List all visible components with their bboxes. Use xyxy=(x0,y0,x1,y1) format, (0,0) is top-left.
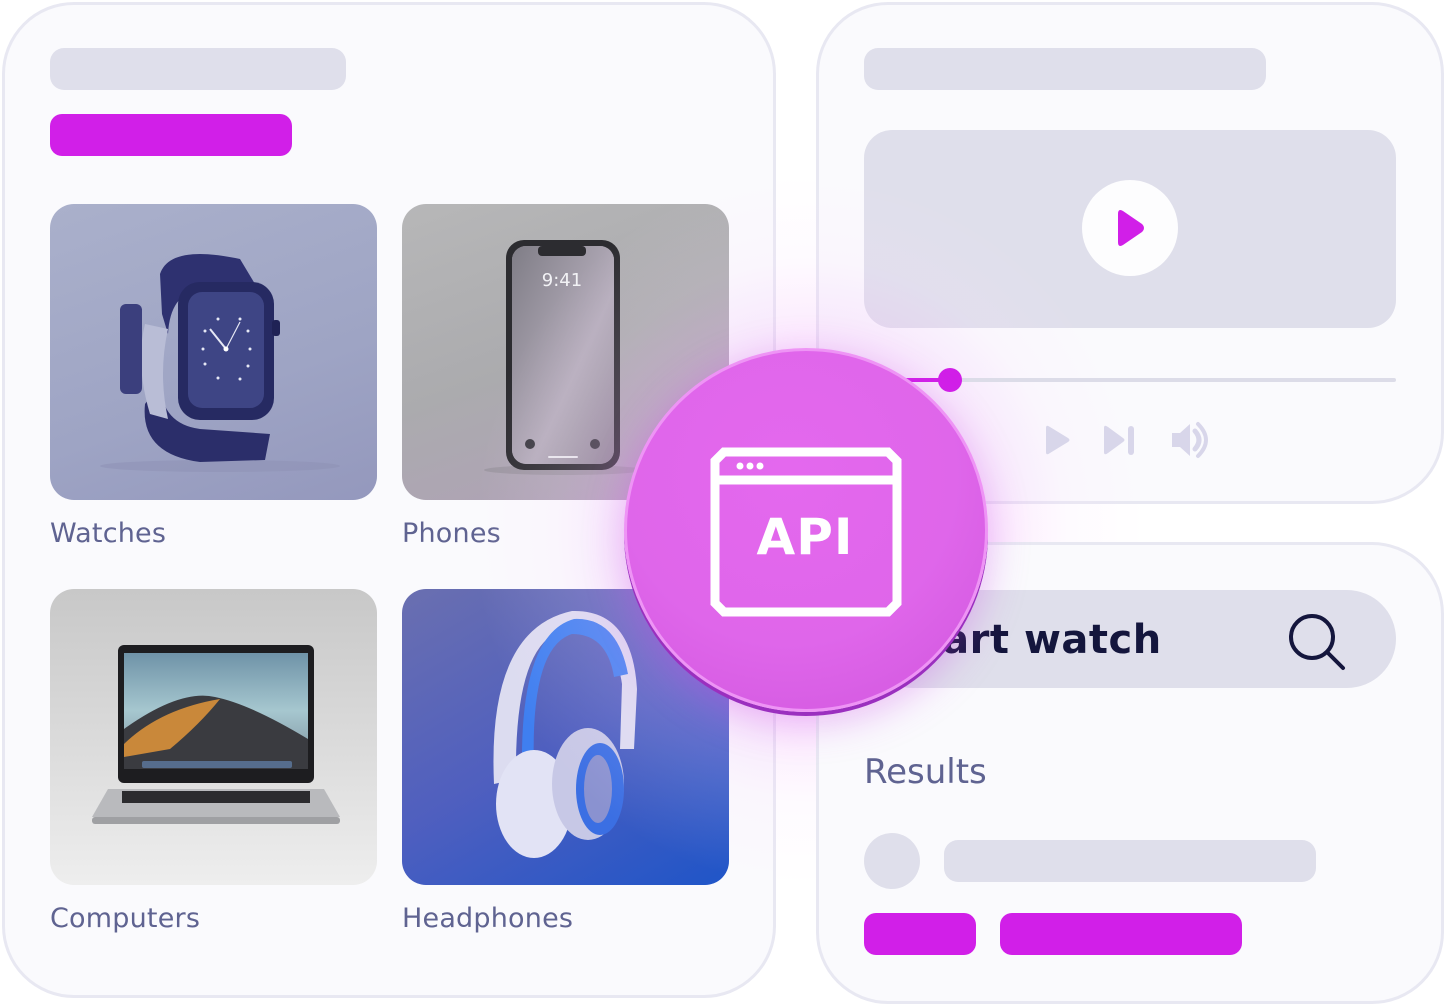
skip-next-button[interactable] xyxy=(1100,420,1140,460)
skip-next-icon xyxy=(1104,425,1134,455)
phone-lock-time: 9:41 xyxy=(542,270,582,291)
category-label-computers[interactable]: Computers xyxy=(50,903,200,934)
video-title-placeholder xyxy=(864,48,1266,90)
result-tag-long[interactable] xyxy=(1000,913,1242,955)
catalog-title-placeholder xyxy=(50,48,346,90)
play-control-button[interactable] xyxy=(1038,420,1078,460)
catalog-subtitle-accent xyxy=(50,114,292,156)
result-avatar xyxy=(864,833,920,889)
category-label-watches[interactable]: Watches xyxy=(50,518,166,549)
result-title-placeholder xyxy=(944,840,1316,882)
category-label-phones[interactable]: Phones xyxy=(402,518,501,549)
smartwatch-image xyxy=(100,254,340,472)
search-icon[interactable] xyxy=(1284,610,1348,674)
volume-button[interactable] xyxy=(1170,420,1210,460)
play-icon xyxy=(1118,210,1144,246)
video-progress-knob[interactable] xyxy=(937,368,962,392)
volume-icon xyxy=(1172,422,1208,458)
category-tile-watches[interactable] xyxy=(50,204,377,500)
laptop-image xyxy=(92,645,340,824)
video-play-button[interactable] xyxy=(1082,180,1178,276)
results-heading: Results xyxy=(864,752,987,792)
play-icon xyxy=(1046,425,1070,455)
result-tag-short[interactable] xyxy=(864,913,976,955)
api-label: API xyxy=(756,508,854,566)
category-label-headphones[interactable]: Headphones xyxy=(402,903,573,934)
video-progress-slider[interactable] xyxy=(900,368,1396,392)
category-tile-computers[interactable] xyxy=(50,589,377,885)
